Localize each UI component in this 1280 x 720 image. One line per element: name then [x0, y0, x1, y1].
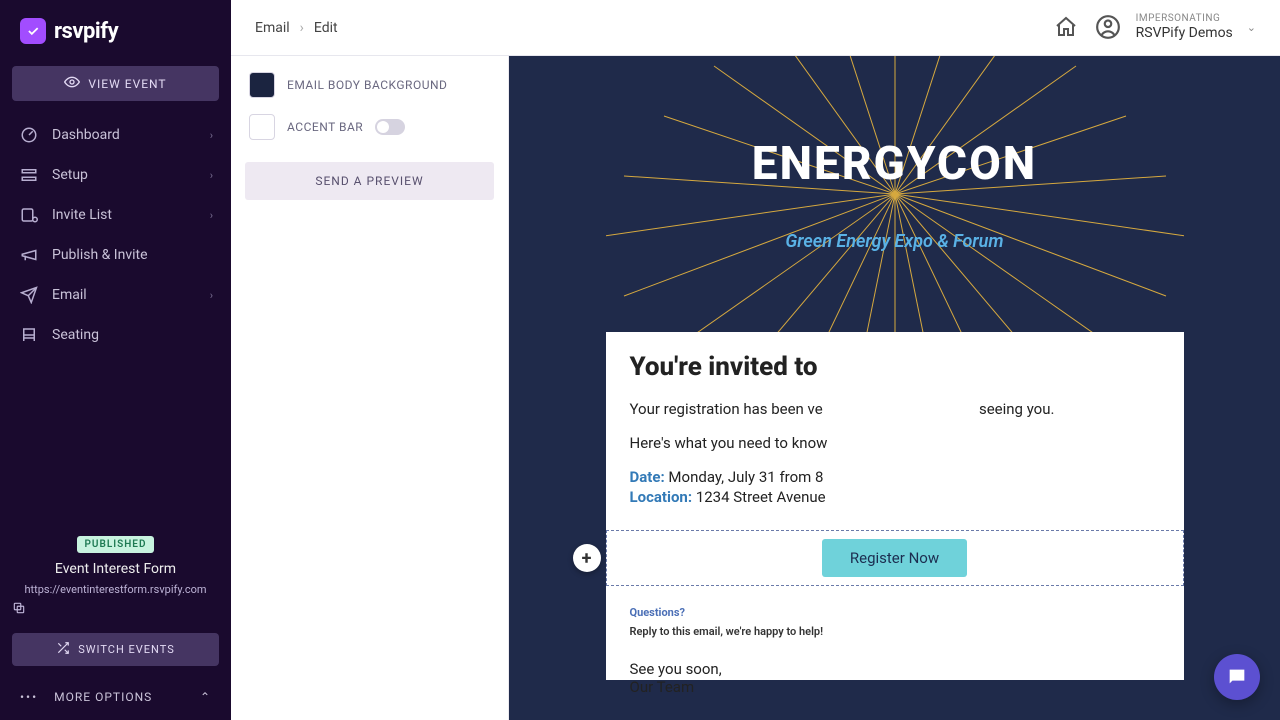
nav-publish[interactable]: Publish & Invite [0, 235, 231, 275]
send-preview-button[interactable]: SEND A PREVIEW [245, 162, 494, 200]
email-date-line: Date: Monday, July 31 from 8 [630, 468, 1160, 486]
home-icon[interactable] [1052, 13, 1080, 41]
dots-icon: ••• [20, 690, 38, 704]
chevron-right-icon: › [210, 169, 213, 182]
breadcrumb: Email › Edit [255, 20, 338, 36]
questions-heading: Questions? [630, 606, 1160, 619]
nav-label: Email [52, 287, 87, 303]
topbar: Email › Edit IMPERSONATING RSVPify Demos… [231, 0, 1280, 56]
copy-icon[interactable] [0, 596, 231, 623]
impersonating-block[interactable]: IMPERSONATING RSVPify Demos [1136, 13, 1233, 42]
switch-events-label: SWITCH EVENTS [78, 643, 174, 656]
nav-label: Invite List [52, 207, 112, 223]
send-icon [20, 286, 38, 304]
nav-invite-list[interactable]: Invite List › [0, 195, 231, 235]
list-icon [20, 206, 38, 224]
email-paragraph: Here's what you need to know [630, 434, 1160, 452]
more-options[interactable]: ••• MORE OPTIONS ⌃ [0, 676, 231, 720]
sunburst-graphic [606, 56, 1184, 332]
chevron-right-icon: › [210, 129, 213, 142]
settings-panel: EMAIL BODY BACKGROUND ACCENT BAR SEND A … [231, 56, 509, 720]
color-swatch[interactable] [249, 72, 275, 98]
megaphone-icon [20, 246, 38, 264]
main: Email › Edit IMPERSONATING RSVPify Demos… [231, 0, 1280, 720]
view-event-button[interactable]: VIEW EVENT [12, 66, 219, 101]
nav-dashboard[interactable]: Dashboard › [0, 115, 231, 155]
nav-seating[interactable]: Seating [0, 315, 231, 355]
eye-icon [64, 76, 80, 91]
signature-team: Our Team [630, 678, 1160, 696]
chevron-right-icon: › [210, 289, 213, 302]
nav-label: Publish & Invite [52, 247, 148, 263]
crumb-edit: Edit [314, 20, 338, 36]
shuffle-icon [56, 641, 70, 658]
event-info: PUBLISHED Event Interest Form https://ev… [0, 532, 231, 596]
impersonating-name: RSVPify Demos [1136, 25, 1233, 42]
chevron-down-icon[interactable]: ⌄ [1247, 21, 1256, 34]
signature-line: See you soon, [630, 660, 1160, 678]
event-url[interactable]: https://eventinterestform.rsvpify.com [10, 583, 221, 596]
email-canvas: ENERGYCON Green Energy Expo & Forum You'… [509, 56, 1280, 720]
questions-sub: Reply to this email, we're happy to help… [630, 625, 1160, 638]
status-badge: PUBLISHED [77, 536, 155, 553]
sidebar: rsvpify VIEW EVENT Dashboard › Setup › I… [0, 0, 231, 720]
nav-email[interactable]: Email › [0, 275, 231, 315]
switch-events-button[interactable]: SWITCH EVENTS [12, 633, 219, 666]
chevron-right-icon: › [210, 209, 213, 222]
email-heading: You're invited to [630, 352, 1160, 382]
register-button[interactable]: Register Now [822, 539, 967, 577]
logo[interactable]: rsvpify [0, 0, 231, 58]
chevron-up-icon: ⌃ [200, 690, 211, 704]
view-event-label: VIEW EVENT [88, 77, 166, 91]
email-body-bg-row[interactable]: EMAIL BODY BACKGROUND [245, 64, 494, 106]
gauge-icon [20, 126, 38, 144]
email-body[interactable]: You're invited to Your registration has … [606, 332, 1184, 720]
body-bg-label: EMAIL BODY BACKGROUND [287, 78, 447, 92]
logo-check-icon [20, 18, 46, 44]
chair-icon [20, 326, 38, 344]
email-card: ENERGYCON Green Energy Expo & Forum You'… [606, 56, 1184, 680]
crumb-email[interactable]: Email [255, 20, 290, 36]
add-block-button[interactable]: + [573, 544, 601, 572]
event-name: Event Interest Form [10, 561, 221, 577]
nav-label: Seating [52, 327, 99, 343]
cta-block[interactable]: + Register Now [606, 530, 1184, 586]
accent-toggle[interactable] [375, 119, 405, 135]
email-hero[interactable]: ENERGYCON Green Energy Expo & Forum [606, 56, 1184, 332]
chat-bubble[interactable] [1214, 654, 1260, 700]
more-options-label: MORE OPTIONS [54, 690, 152, 704]
impersonating-label: IMPERSONATING [1136, 13, 1233, 25]
email-paragraph: Your registration has been ve seeing you… [630, 400, 1160, 418]
nav-label: Dashboard [52, 127, 120, 143]
hero-subtitle: Green Energy Expo & Forum [785, 231, 1003, 252]
email-location-line: Location: 1234 Street Avenue [630, 488, 1160, 506]
nav: Dashboard › Setup › Invite List › Publis… [0, 115, 231, 355]
nav-setup[interactable]: Setup › [0, 155, 231, 195]
brand-text: rsvpify [54, 19, 118, 44]
nav-label: Setup [52, 167, 88, 183]
user-icon[interactable] [1094, 13, 1122, 41]
accent-label: ACCENT BAR [287, 120, 363, 134]
sliders-icon [20, 166, 38, 184]
hero-title: ENERGYCON [752, 137, 1037, 191]
color-swatch[interactable] [249, 114, 275, 140]
chevron-right-icon: › [300, 20, 304, 36]
accent-bar-row[interactable]: ACCENT BAR [245, 106, 494, 148]
